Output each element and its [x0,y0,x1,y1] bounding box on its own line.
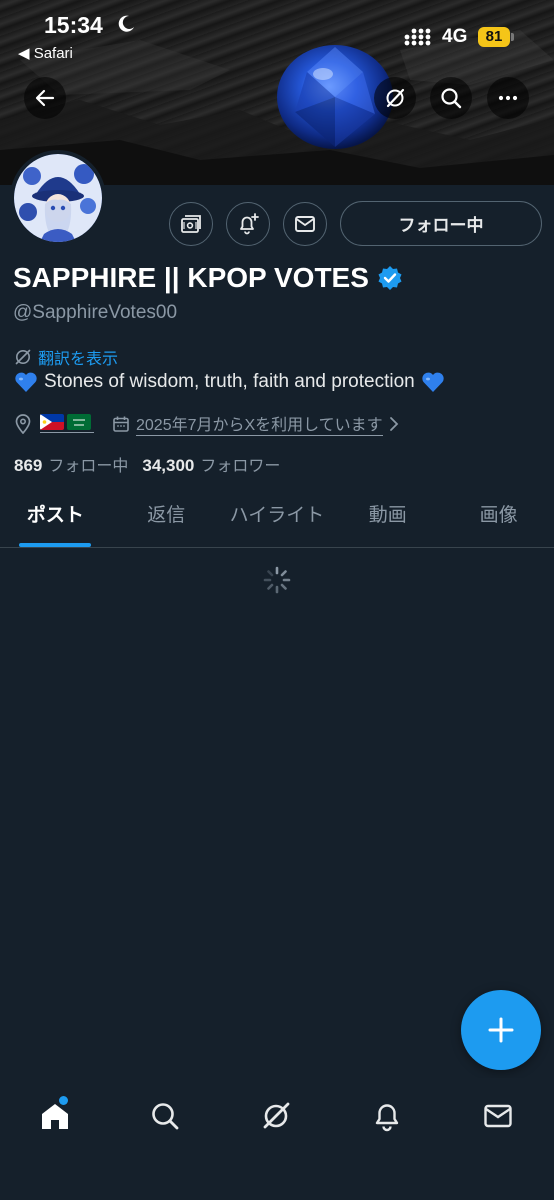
following-label: フォロー中 [48,458,129,475]
more-options-button[interactable] [487,77,529,119]
moon-icon [118,15,134,32]
profile-tabs: ポスト 返信 ハイライト 動画 画像 [0,490,554,548]
grok-button[interactable] [374,77,416,119]
home-notification-dot [59,1096,68,1105]
notifications-icon [375,1104,399,1132]
status-bar: 15:34 ◀ Safari 4G 81 [0,0,554,70]
grok-icon [386,88,405,108]
follow-stats: 869 フォロー中 34,300 フォロワー [14,452,280,476]
profile-meta: 2025年7月からXを利用しています [14,411,399,436]
saudi-arabia-flag-icon [67,414,91,430]
following-stat[interactable]: 869 フォロー中 [14,452,128,476]
followers-label: フォロワー [200,458,281,475]
search-icon [441,88,462,109]
battery-level: 81 [478,27,510,47]
nav-home[interactable] [29,1096,81,1136]
battery-tip [511,33,514,41]
bio: Stones of wisdom, truth, faith and prote… [14,371,451,393]
location-flags[interactable] [40,414,94,433]
profile-page: 15:34 ◀ Safari 4G 81 フォロー中 SAPPHIRE || K… [0,0,554,1200]
following-count: 869 [14,456,43,475]
message-icon [295,216,315,232]
location-pin-icon [15,413,31,434]
translate-bio-link[interactable]: 翻訳を表示 [14,345,118,369]
tab-posts[interactable]: ポスト [0,490,111,547]
back-arrow-icon [35,89,55,107]
joined-date[interactable]: 2025年7月からXを利用しています [112,411,399,436]
avatar[interactable] [10,150,106,246]
subscriptions-button[interactable] [169,202,213,246]
grok-icon [263,1102,290,1129]
plus-icon [488,1017,514,1043]
verified-badge-icon[interactable] [377,265,403,291]
subscriptions-icon [181,215,201,233]
bio-text: Stones of wisdom, truth, faith and prote… [44,371,415,392]
tab-highlights[interactable]: ハイライト [222,490,333,547]
blue-heart-icon [15,372,37,392]
more-icon [498,95,518,101]
compose-post-button[interactable] [461,990,541,1070]
back-button[interactable] [24,77,66,119]
blue-heart-icon [422,372,444,392]
followers-stat[interactable]: 34,300 フォロワー [142,452,280,476]
nav-grok[interactable] [250,1096,302,1136]
network-type: 4G [442,26,468,47]
notification-plus-icon [240,213,259,235]
status-time: 15:34 [44,12,103,38]
messages-icon [484,1104,512,1128]
cellular-signal-icon [404,28,431,46]
tab-images[interactable]: 画像 [443,490,554,547]
loading-spinner-icon [263,566,291,594]
translate-label: 翻訳を表示 [38,351,119,368]
followers-count: 34,300 [142,456,195,475]
avatar-image [14,154,102,242]
notify-button[interactable] [226,202,270,246]
joined-label: 2025年7月からXを利用しています [136,411,383,436]
calendar-icon [113,416,129,432]
tab-videos[interactable]: 動画 [332,490,443,547]
search-icon [152,1103,179,1130]
tab-replies[interactable]: 返信 [111,490,222,547]
user-handle: @SapphireVotes00 [13,302,178,323]
philippines-flag-icon [40,414,64,430]
display-name: SAPPHIRE || KPOP VOTES [13,262,369,293]
display-name-row: SAPPHIRE || KPOP VOTES [13,262,403,294]
nav-search[interactable] [139,1096,191,1136]
search-button[interactable] [430,77,472,119]
nav-notifications[interactable] [361,1096,413,1136]
chevron-right-icon [389,416,398,431]
nav-messages[interactable] [472,1096,524,1136]
following-button[interactable]: フォロー中 [340,201,542,246]
back-to-safari-link[interactable]: ◀ Safari [18,44,73,62]
grok-translate-icon [15,349,31,365]
bottom-navigation [0,1078,554,1200]
message-button[interactable] [283,202,327,246]
home-icon [42,1104,68,1129]
